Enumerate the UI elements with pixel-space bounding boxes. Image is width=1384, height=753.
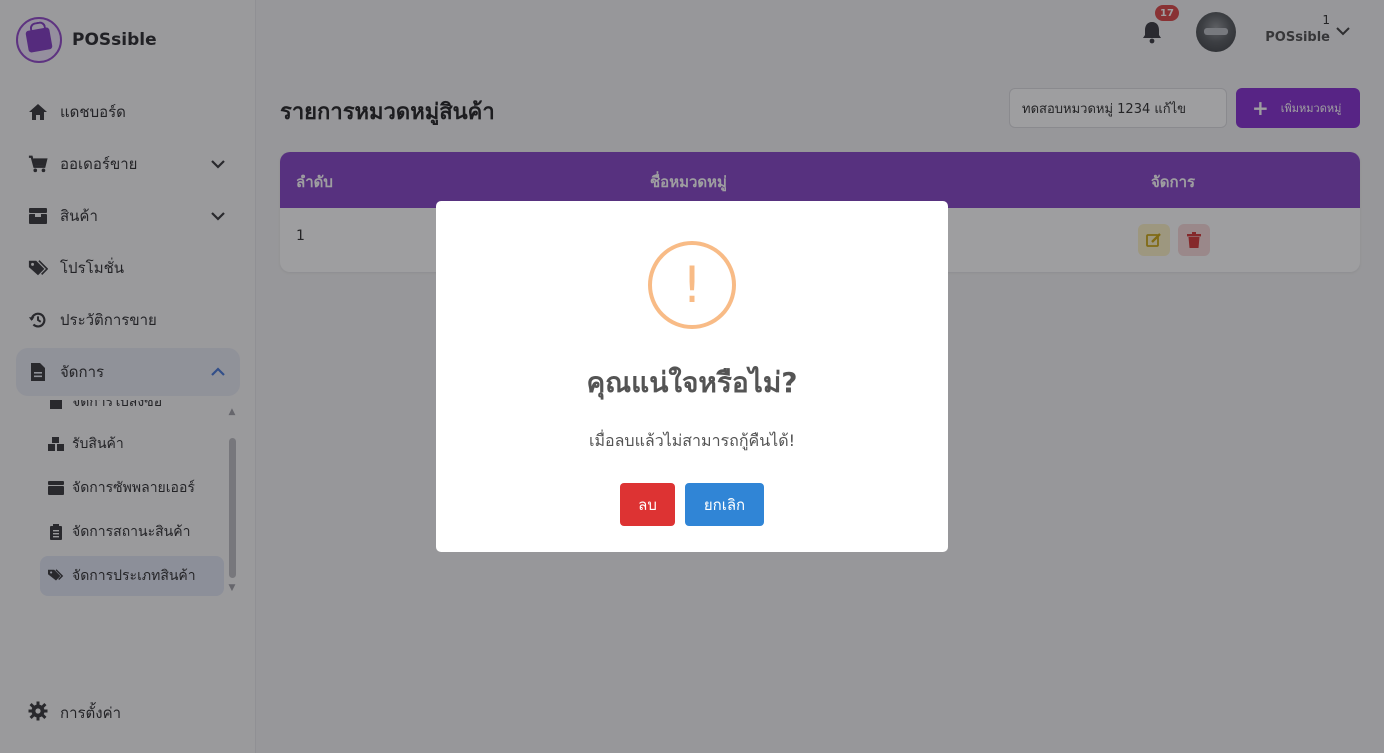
warning-icon: ! — [648, 241, 736, 329]
dialog-title: คุณแน่ใจหรือไม่? — [586, 366, 798, 399]
dialog-message: เมื่อลบแล้วไม่สามารถกู้คืนได้! — [588, 431, 796, 450]
confirm-delete-dialog: ! คุณแน่ใจหรือไม่? เมื่อลบแล้วไม่สามารถก… — [436, 201, 948, 552]
confirm-delete-button[interactable]: ลบ — [620, 483, 675, 526]
cancel-button[interactable]: ยกเลิก — [685, 483, 764, 526]
warning-exclamation: ! — [681, 256, 703, 314]
